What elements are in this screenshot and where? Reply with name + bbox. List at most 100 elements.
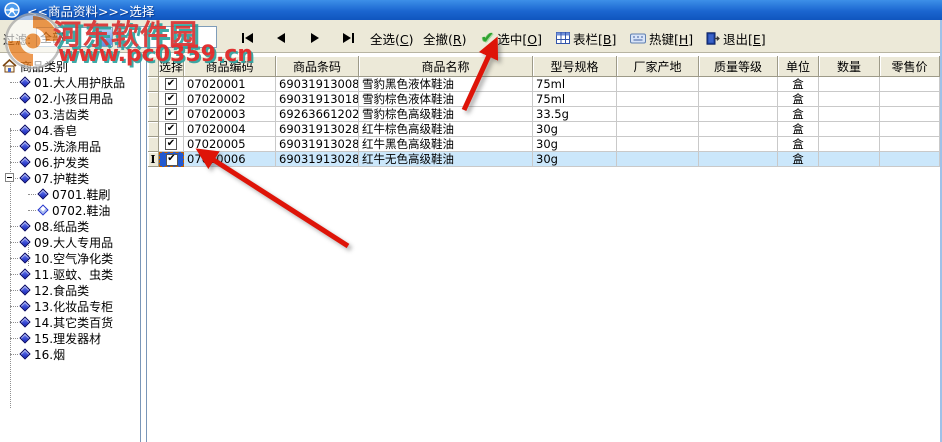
table-row[interactable]: ✔ 07020003 6926366120210 雪豹棕色高级鞋油 33.5g … [148,107,940,122]
cell-spec: 75ml [533,77,617,92]
tree-item-child-selected[interactable]: 0702.鞋油 [0,202,140,218]
cell-name: 雪豹棕色高级鞋油 [359,107,533,122]
cell-code: 07020001 [184,77,276,92]
filter-combobox[interactable]: 全部 [36,27,113,47]
cell-barcode: 6926366120210 [276,107,359,122]
diamond-icon [18,284,31,296]
combobox-dropdown-button[interactable] [96,28,112,46]
diamond-icon [18,220,31,232]
diamond-icon [18,236,31,248]
diamond-icon [18,156,31,168]
tree-item[interactable]: 03.洁齿类 [0,106,140,122]
row-checkbox[interactable]: ✔ [165,138,177,150]
tree-item[interactable]: 05.洗涤用品 [0,138,140,154]
title-bar: <<商品资料>>>选择 [0,0,942,20]
collapse-icon[interactable] [5,173,14,182]
cell-grade [699,92,778,107]
table-row[interactable]: ✔ 07020001 6903191300888 雪豹黑色液体鞋油 75ml 盒 [148,77,940,92]
corner-cell [148,56,159,77]
current-row-indicator: I [148,152,159,167]
keyboard-icon [630,33,646,43]
tree-item[interactable]: 16.烟 [0,346,140,362]
tree-item[interactable]: 12.食品类 [0,282,140,298]
cell-qty [819,92,880,107]
cell-price [880,137,940,152]
table-columns-button[interactable]: 表栏[B] [556,29,616,47]
open-diamond-icon [36,204,49,216]
prev-record-button[interactable] [266,28,296,48]
tree-item[interactable]: 02.小孩日用品 [0,90,140,106]
diamond-icon [18,76,31,88]
table-row[interactable]: ✔ 07020005 6903191302837 红牛黑色高级鞋油 30g 盒 [148,137,940,152]
cell-unit: 盒 [778,92,819,107]
tree-item[interactable]: 14.其它类百货 [0,314,140,330]
cell-name: 红牛无色高级鞋油 [359,152,533,167]
row-checkbox[interactable]: ✔ [165,93,177,105]
category-tree: 商品类别 01.大人用护肤品 02.小孩日用品 03.洁齿类 04.香皂 05.… [0,54,140,442]
tree-item[interactable]: 08.纸品类 [0,218,140,234]
exit-button[interactable]: 退出[E] [706,29,766,47]
chevron-down-icon [100,35,109,39]
diamond-icon [18,348,31,360]
cell-unit: 盒 [778,107,819,122]
cell-name: 雪豹黑色液体鞋油 [359,77,533,92]
table-row[interactable]: ✔ 07020004 6903191302844 红牛棕色高级鞋油 30g 盒 [148,122,940,137]
tree-item[interactable]: 09.大人专用品 [0,234,140,250]
confirm-selection-button[interactable]: 选中[O] [481,29,542,47]
cell-spec: 33.5g [533,107,617,122]
cell-unit: 盒 [778,152,819,167]
tree-item[interactable]: 06.护发类 [0,154,140,170]
next-record-button[interactable] [300,28,330,48]
row-checkbox[interactable]: ✔ [165,153,178,166]
row-checkbox[interactable]: ✔ [165,78,177,90]
col-header: 质量等级 [699,56,778,77]
diamond-icon [36,188,49,200]
diamond-icon [18,140,31,152]
first-record-button[interactable] [232,28,262,48]
last-record-button[interactable] [333,28,363,48]
select-all-button[interactable]: 全选(C) [370,29,414,47]
cell-price [880,92,940,107]
cell-name: 红牛黑色高级鞋油 [359,137,533,152]
focused-cell: ✔ [159,152,184,167]
table-row[interactable]: ✔ 07020002 6903191301830 雪豹棕色液体鞋油 75ml 盒 [148,92,940,107]
cell-spec: 75ml [533,92,617,107]
first-record-icon [241,33,244,43]
cell-code: 07020004 [184,122,276,137]
cell-grade [699,152,778,167]
cell-spec: 30g [533,152,617,167]
green-check-icon [481,30,494,46]
tree-root[interactable]: 商品类别 [0,58,140,74]
col-header: 单位 [778,56,819,77]
row-checkbox[interactable]: ✔ [165,123,177,135]
diamond-icon [18,92,31,104]
app-window: <<商品资料>>>选择 过滤: 全部 全选(C) 全撤(R) 选中[O] [0,0,942,442]
deselect-all-button[interactable]: 全撤(R) [423,29,466,47]
window-title: <<商品资料>>>选择 [27,3,155,19]
diamond-icon [18,252,31,264]
cell-qty [819,122,880,137]
panel-separator [140,54,147,442]
cell-maker [617,92,699,107]
tree-item[interactable]: 10.空气净化类 [0,250,140,266]
diamond-icon [18,108,31,120]
row-checkbox[interactable]: ✔ [165,108,177,120]
filter-combobox-value: 全部 [40,30,65,45]
table-header-row: 选择 商品编码 商品条码 商品名称 型号规格 厂家产地 质量等级 单位 数量 零… [148,56,940,77]
tree-item[interactable]: 04.香皂 [0,122,140,138]
cell-grade [699,137,778,152]
cell-barcode: 6903191301830 [276,92,359,107]
filter-search-input[interactable] [117,26,217,48]
tree-item-expanded[interactable]: 07.护鞋类 [0,170,140,186]
col-header: 零售价 [880,56,940,77]
hotkeys-button[interactable]: 热键[H] [630,29,693,47]
tree-item[interactable]: 13.化妆品专柜 [0,298,140,314]
tree-item[interactable]: 11.驱蚊、虫类 [0,266,140,282]
tree-item-child[interactable]: 0701.鞋刷 [0,186,140,202]
cell-code: 07020005 [184,137,276,152]
tree-item[interactable]: 01.大人用护肤品 [0,74,140,90]
table-row-selected[interactable]: I ✔ 07020006 6903191302851 红牛无色高级鞋油 30g … [148,152,940,167]
col-header: 型号规格 [533,56,617,77]
tree-item[interactable]: 15.理发器材 [0,330,140,346]
cell-spec: 30g [533,122,617,137]
